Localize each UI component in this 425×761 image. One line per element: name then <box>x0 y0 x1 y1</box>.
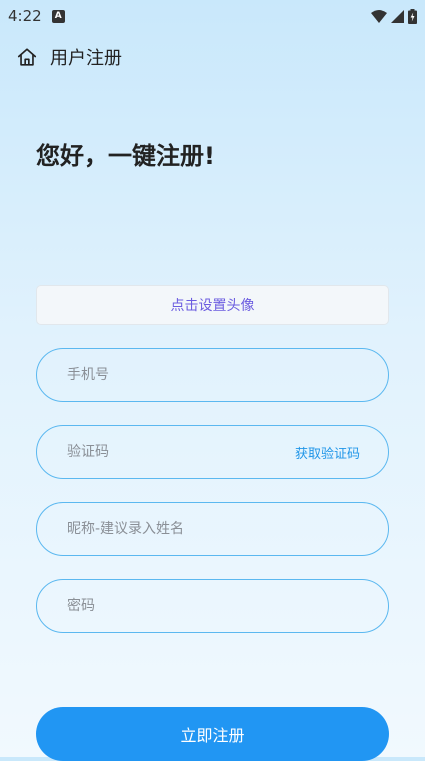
notification-icon: A <box>51 9 65 23</box>
register-button-label: 立即注册 <box>180 726 245 745</box>
status-left: 4:22 A <box>8 7 65 25</box>
page-title: 用户注册 <box>50 48 122 69</box>
battery-charging-icon <box>408 8 417 24</box>
nickname-field <box>36 502 389 556</box>
greeting-heading: 您好，一键注册! <box>36 142 215 170</box>
nickname-input[interactable] <box>65 520 360 538</box>
wifi-icon <box>371 9 387 23</box>
set-avatar-label: 点击设置头像 <box>170 298 255 314</box>
phone-input[interactable] <box>65 366 360 384</box>
status-bar: 4:22 A <box>0 0 425 32</box>
signal-icon <box>391 9 404 23</box>
password-input[interactable] <box>65 597 360 615</box>
get-code-button[interactable]: 获取验证码 <box>295 443 360 462</box>
register-button[interactable]: 立即注册 <box>36 707 389 761</box>
password-field <box>36 579 389 633</box>
nav-bar: 用户注册 <box>0 36 425 78</box>
home-icon[interactable] <box>16 46 38 68</box>
set-avatar-button[interactable]: 点击设置头像 <box>36 285 389 325</box>
code-field: 获取验证码 <box>36 425 389 479</box>
phone-field <box>36 348 389 402</box>
status-icons <box>371 8 417 24</box>
status-time: 4:22 <box>8 7 42 25</box>
code-input[interactable] <box>65 443 295 461</box>
